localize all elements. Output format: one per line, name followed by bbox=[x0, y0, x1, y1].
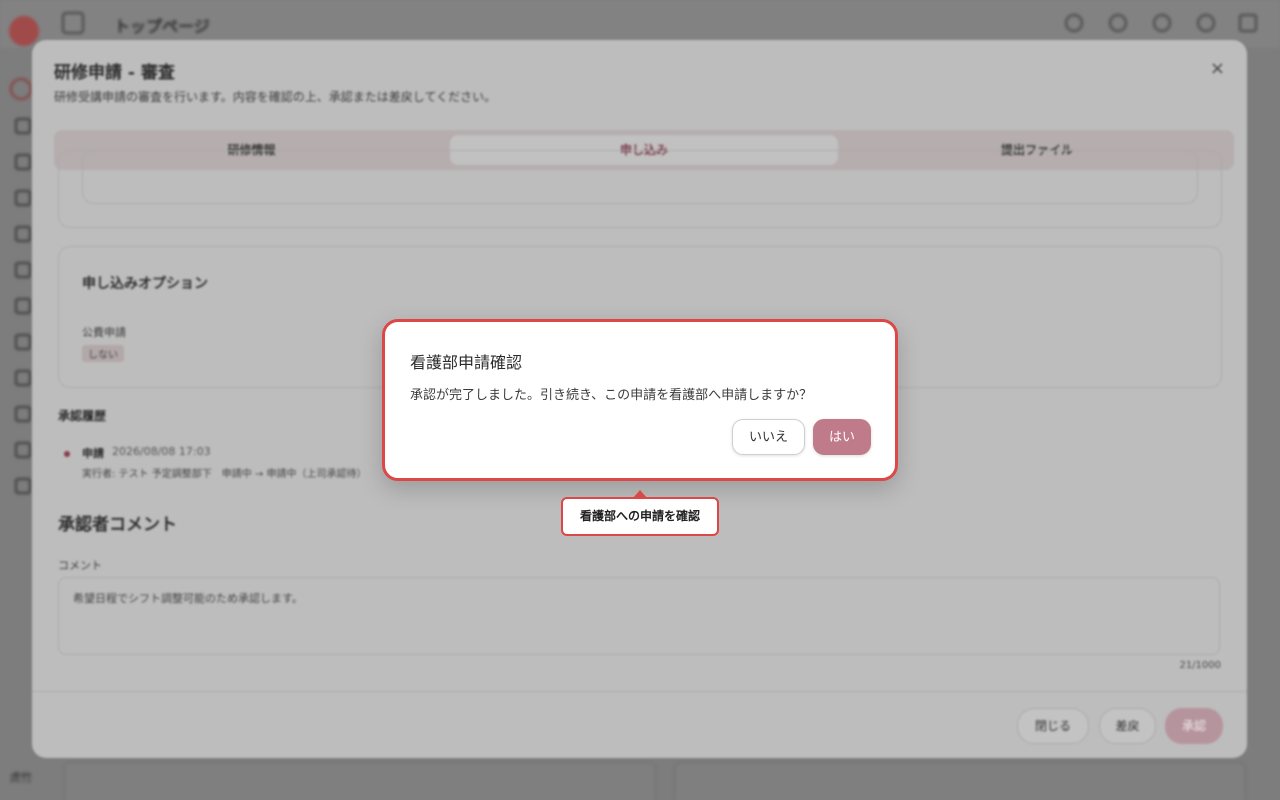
background-panel-left bbox=[64, 762, 656, 800]
comment-char-count: 21/1000 bbox=[1179, 660, 1221, 671]
sidebar-item-active-icon[interactable] bbox=[10, 78, 32, 100]
info-card-inner bbox=[82, 150, 1198, 204]
sidebar-item-icon[interactable] bbox=[15, 154, 31, 170]
sidebar-item-icon[interactable] bbox=[15, 226, 31, 242]
history-dot-icon bbox=[64, 451, 70, 457]
public-funding-badge: しない bbox=[82, 345, 124, 362]
history-time: 2026/08/08 17:03 bbox=[112, 445, 211, 458]
comment-section-title: 承認者コメント bbox=[58, 515, 177, 535]
chat-icon[interactable] bbox=[1065, 14, 1083, 32]
close-icon[interactable]: × bbox=[1210, 58, 1225, 79]
history-title: 承認履歴 bbox=[58, 409, 107, 423]
bell-icon[interactable] bbox=[1153, 14, 1171, 32]
reject-button[interactable]: 差戻 bbox=[1099, 708, 1156, 744]
sidebar-item-icon[interactable] bbox=[15, 406, 31, 422]
app-logo bbox=[9, 16, 39, 46]
sidebar-item-icon[interactable] bbox=[15, 442, 31, 458]
sidebar-item-icon[interactable] bbox=[15, 118, 31, 134]
no-button[interactable]: いいえ bbox=[732, 419, 805, 455]
modal-description: 研修受講申請の審査を行います。内容を確認の上、承認または差戻してください。 bbox=[54, 90, 497, 104]
dialog-title: 看護部申請確認 bbox=[410, 353, 523, 372]
callout-label: 看護部への申請を確認 bbox=[561, 497, 719, 536]
sidebar-item-icon[interactable] bbox=[15, 298, 31, 314]
message-icon[interactable] bbox=[1197, 14, 1215, 32]
comment-label: コメント bbox=[58, 559, 102, 572]
user-icon[interactable] bbox=[1239, 14, 1257, 32]
nursing-confirm-dialog: 看護部申請確認 承認が完了しました。引き続き、この申請を看護部へ申請しますか？ … bbox=[382, 319, 898, 481]
public-funding-label: 公費申請 bbox=[82, 326, 126, 339]
dialog-message: 承認が完了しました。引き続き、この申請を看護部へ申請しますか？ bbox=[410, 388, 813, 403]
sidebar-item-icon[interactable] bbox=[15, 190, 31, 206]
calendar-icon[interactable] bbox=[1109, 14, 1127, 32]
sidebar-item-icon[interactable] bbox=[15, 478, 31, 494]
modal-title: 研修申請 - 審査 bbox=[54, 63, 175, 83]
history-detail: 実行者: テスト 予定調整部下 申請中 → 申請中（上司承認待） bbox=[82, 469, 367, 480]
history-status: 申請 bbox=[82, 447, 104, 460]
approve-button[interactable]: 承認 bbox=[1165, 708, 1223, 744]
sidebar-item-icon[interactable] bbox=[15, 262, 31, 278]
page-title: トップページ bbox=[114, 17, 210, 36]
background-panel-right bbox=[674, 762, 1246, 800]
sidebar-item-icon[interactable] bbox=[15, 370, 31, 386]
options-title: 申し込みオプション bbox=[82, 276, 208, 292]
sidebar-footer-label: 虎竹 bbox=[10, 771, 32, 784]
yes-button[interactable]: はい bbox=[813, 419, 871, 455]
close-button[interactable]: 閉じる bbox=[1017, 708, 1089, 744]
comment-textarea[interactable]: 希望日程でシフト調整可能のため承認します。 bbox=[58, 577, 1220, 655]
sidebar-item-icon[interactable] bbox=[15, 334, 31, 350]
sidebar-toggle-icon[interactable] bbox=[62, 12, 84, 34]
